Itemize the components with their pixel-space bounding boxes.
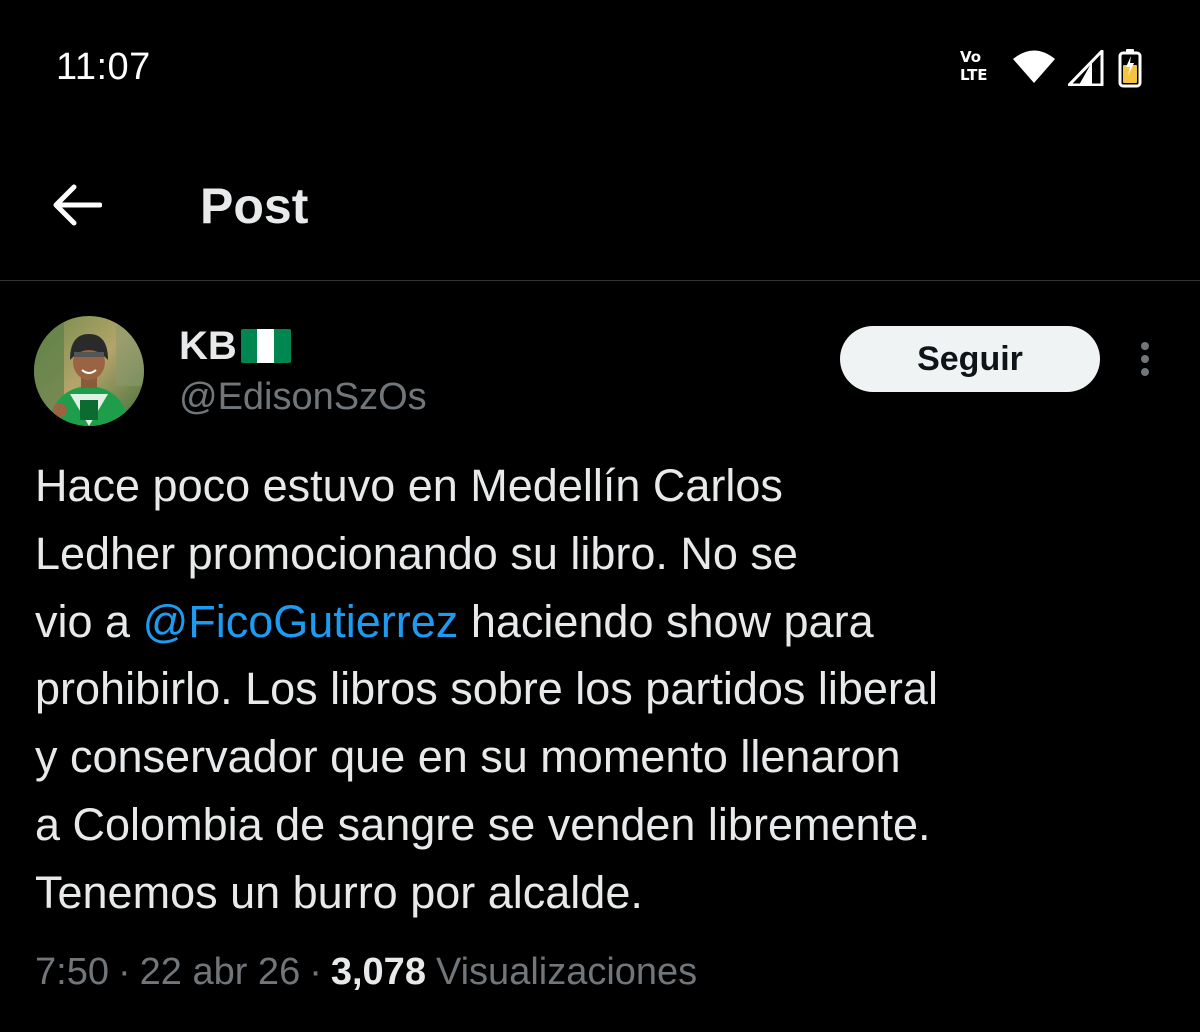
volte-icon: Vo LTE — [958, 48, 1002, 88]
tweet-meta: 7:50 · 22 abr 26 · 3,078 Visualizaciones — [35, 946, 697, 998]
header-divider — [0, 280, 1200, 281]
profile-photo — [34, 316, 144, 426]
views-count[interactable]: 3,078 — [331, 951, 426, 993]
volte-label-top: Vo — [960, 48, 982, 66]
vertical-ellipsis-icon — [1141, 368, 1149, 376]
status-bar: 11:07 Vo LTE — [0, 0, 1200, 130]
tweet-line: prohibirlo. Los libros sobre los partido… — [35, 663, 938, 715]
vertical-ellipsis-icon — [1141, 355, 1149, 363]
back-button[interactable] — [44, 170, 114, 240]
arrow-left-icon — [53, 184, 102, 226]
top-app-bar: Post — [0, 130, 1200, 280]
avatar[interactable] — [34, 316, 144, 426]
status-time: 11:07 — [56, 46, 151, 88]
tweet-line: Ledher promocionando su libro. No se — [35, 527, 798, 579]
views-label[interactable]: Visualizaciones — [436, 951, 697, 993]
tweet-line: Tenemos un burro por alcalde. — [35, 866, 643, 918]
author-display-name[interactable]: KB — [179, 320, 291, 372]
display-name-text: KB — [179, 324, 237, 368]
tweet-line: y conservador que en su momento llenaron — [35, 731, 901, 783]
tweet-line-suffix: haciendo show para — [458, 595, 874, 647]
more-options-button[interactable] — [1128, 334, 1162, 384]
meta-separator: · — [309, 951, 322, 993]
signal-icon — [1068, 50, 1104, 86]
page-title: Post — [200, 178, 309, 234]
tweet-text: Hace poco estuvo en Medellín Carlos Ledh… — [35, 452, 1155, 927]
tweet-line: a Colombia de sangre se venden librement… — [35, 798, 931, 850]
follow-button[interactable]: Seguir — [840, 326, 1100, 392]
tweet-line-prefix: vio a — [35, 595, 143, 647]
author-username[interactable]: @EdisonSzOs — [179, 374, 427, 420]
flag-icon — [240, 329, 291, 363]
volte-label-bottom: LTE — [960, 66, 988, 84]
mention-link[interactable]: @FicoGutierrez — [143, 596, 459, 647]
tweet-line-with-mention: vio a @FicoGutierrez haciendo show para — [35, 588, 1155, 656]
tweet-time[interactable]: 7:50 — [35, 951, 109, 993]
vertical-ellipsis-icon — [1141, 342, 1149, 350]
tweet-line: Hace poco estuvo en Medellín Carlos — [35, 460, 783, 511]
tweet-date[interactable]: 22 abr 26 — [140, 951, 301, 993]
wifi-icon — [1013, 50, 1055, 83]
battery-icon — [1118, 49, 1142, 88]
meta-separator: · — [117, 951, 131, 993]
